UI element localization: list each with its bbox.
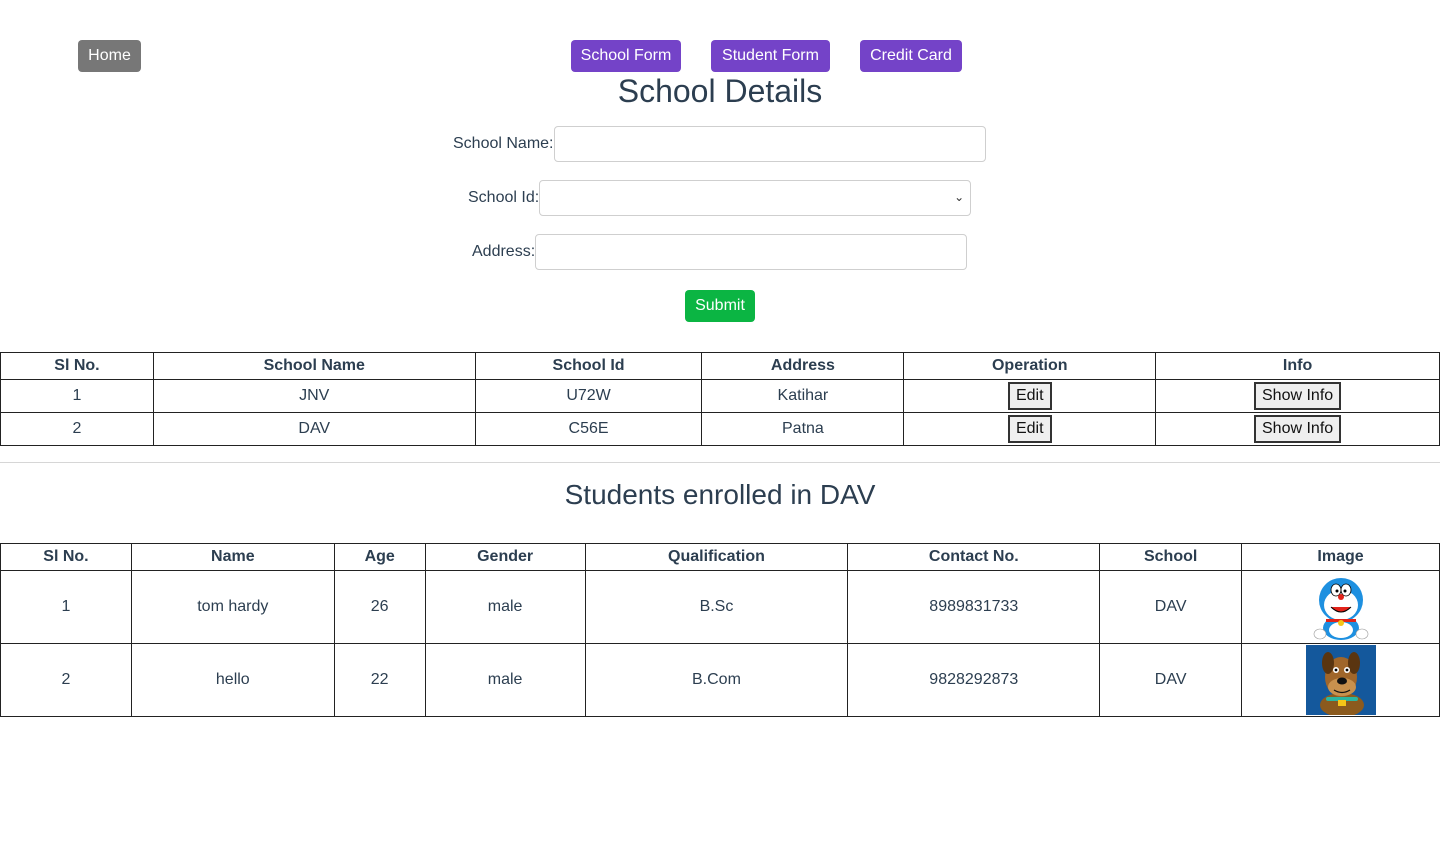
cell-school-name: DAV — [152, 412, 476, 446]
students-table: Sl No. Name Age Gender Qualification Con… — [0, 543, 1440, 717]
header-contact-no: Contact No. — [847, 543, 1101, 571]
cell-school-id: U72W — [474, 379, 703, 413]
header-age: Age — [333, 543, 426, 571]
cell-address: Katihar — [701, 379, 905, 413]
cell-sl-no: 2 — [0, 412, 154, 446]
home-button[interactable]: Home — [78, 40, 141, 72]
cell-sl-no: 1 — [0, 379, 154, 413]
show-info-button[interactable]: Show Info — [1254, 415, 1342, 443]
school-name-row: School Name: — [453, 126, 986, 162]
cell-address: Patna — [701, 412, 905, 446]
school-id-label: School Id: — [468, 189, 540, 206]
table-header-row: Sl No. School Name School Id Address Ope… — [0, 352, 1440, 380]
cell-school: DAV — [1099, 643, 1243, 717]
credit-card-button[interactable]: Credit Card — [860, 40, 962, 72]
cell-sl-no: 1 — [0, 570, 132, 644]
header-operation: Operation — [903, 352, 1157, 380]
table-row: 2 DAV C56E Patna Edit Show Info — [0, 412, 1440, 446]
address-row: Address: — [472, 234, 968, 270]
cell-operation: Edit — [903, 379, 1157, 413]
header-image: Image — [1241, 543, 1440, 571]
edit-button[interactable]: Edit — [1007, 382, 1052, 410]
cell-name: hello — [130, 643, 335, 717]
school-name-label: School Name: — [453, 135, 554, 152]
header-qualification: Qualification — [584, 543, 849, 571]
school-form-button[interactable]: School Form — [571, 40, 681, 72]
cell-image — [1241, 570, 1440, 644]
address-label: Address: — [472, 243, 536, 260]
cell-sl-no: 2 — [0, 643, 132, 717]
table-row: 1 tom hardy 26 male B.Sc 8989831733 DAV — [0, 570, 1440, 644]
school-name-input[interactable] — [553, 126, 986, 162]
header-name: Name — [130, 543, 335, 571]
cell-operation: Edit — [903, 412, 1157, 446]
cell-school-name: JNV — [152, 379, 476, 413]
cell-age: 26 — [333, 570, 426, 644]
header-school-id: School Id — [474, 352, 703, 380]
cell-school: DAV — [1099, 570, 1243, 644]
cell-gender: male — [424, 643, 586, 717]
table-row: 1 JNV U72W Katihar Edit Show Info — [0, 379, 1440, 413]
table-header-row: Sl No. Name Age Gender Qualification Con… — [0, 543, 1440, 571]
cell-name: tom hardy — [130, 570, 335, 644]
cell-contact-no: 9828292873 — [847, 643, 1101, 717]
chevron-down-icon: ⌄ — [954, 190, 965, 204]
show-info-button[interactable]: Show Info — [1254, 382, 1342, 410]
header-school: School — [1099, 543, 1243, 571]
submit-button[interactable]: Submit — [685, 290, 755, 322]
cell-info: Show Info — [1155, 412, 1440, 446]
cell-image — [1241, 643, 1440, 717]
students-title: Students enrolled in DAV — [564, 479, 876, 510]
cell-info: Show Info — [1155, 379, 1440, 413]
scooby-doo-image — [1305, 645, 1376, 715]
school-id-row: School Id: ⌄ — [468, 180, 972, 216]
cell-qualification: B.Sc — [584, 570, 849, 644]
student-form-button[interactable]: Student Form — [711, 40, 830, 72]
header-info: Info — [1155, 352, 1440, 380]
header-sl-no: Sl No. — [0, 352, 154, 380]
edit-button[interactable]: Edit — [1007, 415, 1052, 443]
divider — [0, 462, 1440, 463]
cell-gender: male — [424, 570, 586, 644]
header-sl-no: Sl No. — [0, 543, 132, 571]
page-title: School Details — [617, 73, 823, 109]
schools-table: Sl No. School Name School Id Address Ope… — [0, 352, 1440, 446]
header-address: Address — [701, 352, 905, 380]
header-school-name: School Name — [152, 352, 476, 380]
cell-school-id: C56E — [474, 412, 703, 446]
cell-contact-no: 8989831733 — [847, 570, 1101, 644]
table-row: 2 hello 22 male B.Com 9828292873 DAV — [0, 643, 1440, 717]
school-id-select[interactable]: ⌄ — [539, 180, 972, 216]
header-gender: Gender — [424, 543, 586, 571]
address-input[interactable] — [535, 234, 968, 270]
doraemon-image — [1305, 572, 1376, 642]
cell-qualification: B.Com — [584, 643, 849, 717]
cell-age: 22 — [333, 643, 426, 717]
